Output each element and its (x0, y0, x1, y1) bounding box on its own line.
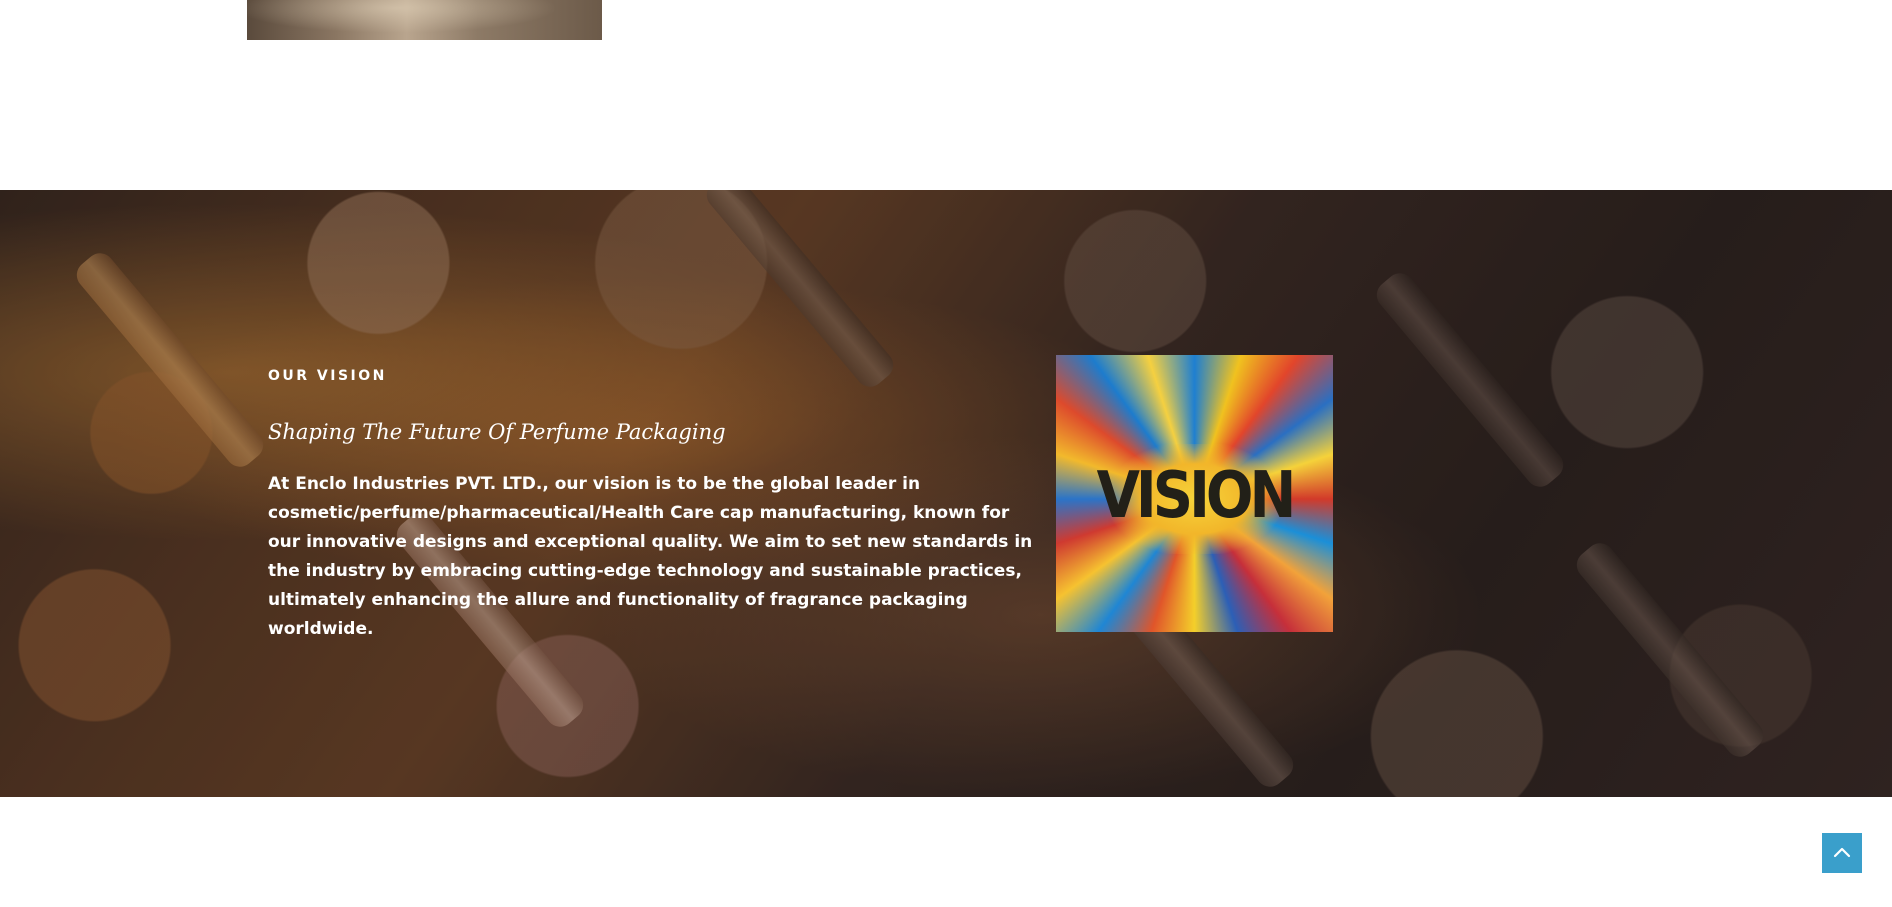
partial-photo (247, 0, 602, 40)
vision-image: VISION (1056, 355, 1333, 632)
vision-description: At Enclo Industries PVT. LTD., our visio… (268, 474, 1033, 639)
section-heading: Shaping The Future Of Perfume Packaging (268, 420, 726, 444)
scroll-to-top-button[interactable] (1822, 833, 1862, 873)
section-eyebrow: OUR VISION (268, 368, 387, 384)
vision-text-block: OUR VISION Shaping The Future Of Perfume… (268, 368, 1038, 644)
vision-section: OUR VISION Shaping The Future Of Perfume… (0, 190, 1892, 797)
vision-image-text: VISION (1096, 458, 1297, 533)
chevron-up-icon (1833, 847, 1851, 858)
page: OUR VISION Shaping The Future Of Perfume… (0, 0, 1892, 907)
